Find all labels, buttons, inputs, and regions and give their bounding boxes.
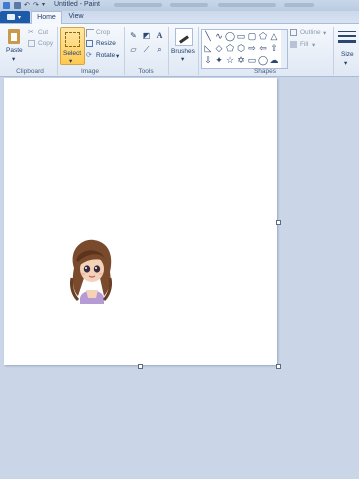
eraser-icon[interactable]: ▱ [128,44,139,55]
select-button[interactable]: Select ▾ [60,27,85,65]
tools-group-label: Tools [138,68,154,75]
paste-label: Paste [6,47,23,54]
clipboard-group-label: Clipboard [16,68,44,75]
fill-icon[interactable]: ◩ [141,30,152,41]
customize-toolbar-icon[interactable]: ▾ [42,2,49,9]
select-label: Select [63,50,82,57]
brush-icon [175,28,193,46]
ribbon: Paste ▾ ✂ Cut Copy Clipboard Select ▾ Cr… [0,24,359,77]
oval-callout-shape-icon[interactable]: ◯ [258,55,268,65]
chevron-down-icon: ▾ [116,53,120,60]
selection-icon [65,32,80,47]
crop-icon [86,29,94,37]
paint-menu-button[interactable]: ▾ [0,11,30,23]
clipboard-icon [8,29,20,44]
background-taskbar-text [218,3,276,7]
tab-home-label: Home [37,14,56,21]
background-taskbar-text [114,3,162,7]
resize-icon [86,40,93,47]
crop-button[interactable]: Crop [96,29,110,36]
size-button[interactable]: Size ▾ [336,27,358,67]
canvas-resize-handle-right[interactable] [276,220,281,225]
four-point-star-shape-icon[interactable]: ✦ [214,55,224,65]
polygon-shape-icon[interactable]: ⬠ [258,31,268,41]
save-icon[interactable] [14,2,21,9]
chevron-down-icon: ▾ [323,30,327,37]
separator [168,27,169,75]
redo-icon[interactable]: ↷ [33,2,40,9]
tab-view[interactable]: View [62,11,90,23]
canvas-resize-handle-corner[interactable] [276,364,281,369]
fill-button[interactable]: Fill [300,41,308,48]
image-group-label: Image [80,68,100,75]
chevron-down-icon: ▾ [12,56,16,63]
chevron-down-icon: ▾ [18,15,22,21]
line-shape-icon[interactable]: ╲ [203,31,213,41]
cloud-callout-shape-icon[interactable]: ☁ [269,55,279,65]
oval-shape-icon[interactable]: ◯ [225,31,235,41]
magnifier-icon[interactable]: ⌕ [154,44,165,55]
resize-button[interactable]: Resize [96,40,116,47]
separator [57,27,58,75]
fill-shape-icon [290,41,297,48]
text-icon[interactable]: A [154,30,165,41]
right-arrow-shape-icon[interactable]: ⇨ [247,43,257,53]
size-label: Size [341,51,354,58]
rotate-icon: ⟳ [86,52,92,59]
tab-home[interactable]: Home [31,11,62,24]
down-arrow-shape-icon[interactable]: ⇩ [203,55,213,65]
left-arrow-shape-icon[interactable]: ⇦ [258,43,268,53]
pencil-icon[interactable]: ✎ [128,30,139,41]
rectangle-shape-icon[interactable]: ▭ [236,31,246,41]
chevron-down-icon: ▾ [181,56,185,63]
copy-icon [28,40,35,47]
undo-icon[interactable]: ↶ [24,2,31,9]
brushes-button[interactable]: Brushes ▾ [170,27,196,63]
curve-shape-icon[interactable]: ∿ [214,31,224,41]
ribbon-tabs: ▾ Home View [0,11,359,24]
copy-button[interactable]: Copy [38,40,53,47]
rotate-button[interactable]: Rotate [96,52,115,59]
outline-icon [290,29,297,36]
pentagon-shape-icon[interactable]: ⬠ [225,43,235,53]
callout-shape-icon[interactable]: ▭ [247,55,257,65]
right-triangle-shape-icon[interactable]: ◺ [203,43,213,53]
shapes-gallery: ╲ ∿ ◯ ▭ ▢ ⬠ △ ◺ ◇ ⬠ ⬡ ⇨ ⇦ ⇧ ⇩ ✦ ☆ ✡ ▭ ◯ … [201,29,283,69]
scissors-icon: ✂ [28,29,34,36]
menu-icon [7,14,15,20]
color-picker-icon[interactable]: ⟋ [141,44,152,55]
paint-app-icon [3,2,10,9]
cut-button[interactable]: Cut [38,29,48,36]
line-size-icon [338,30,356,44]
background-taskbar-text [170,3,208,7]
drawing-canvas[interactable] [4,78,277,365]
triangle-shape-icon[interactable]: △ [269,31,279,41]
title-bar: ↶ ↷ ▾ Untitled - Paint [0,0,359,11]
separator [124,27,125,75]
shapes-group-label: Shapes [253,68,277,75]
paste-button[interactable]: Paste ▾ [3,27,25,63]
window-title: Untitled - Paint [54,1,100,8]
avatar-girl-image [70,239,112,304]
five-point-star-shape-icon[interactable]: ☆ [225,55,235,65]
chevron-down-icon: ▾ [69,58,73,65]
rounded-rectangle-shape-icon[interactable]: ▢ [247,31,257,41]
brushes-label: Brushes [171,48,195,55]
background-taskbar-text [284,3,314,7]
six-point-star-shape-icon[interactable]: ✡ [236,55,246,65]
diamond-shape-icon[interactable]: ◇ [214,43,224,53]
up-arrow-shape-icon[interactable]: ⇧ [269,43,279,53]
separator [198,27,199,75]
canvas-resize-handle-bottom[interactable] [138,364,143,369]
shapes-scrollbar[interactable] [281,29,288,69]
separator [333,27,334,75]
hexagon-shape-icon[interactable]: ⬡ [236,43,246,53]
outline-button[interactable]: Outline [300,29,321,36]
tab-view-label: View [68,13,84,20]
chevron-down-icon: ▾ [344,60,348,67]
chevron-down-icon: ▾ [312,42,316,49]
